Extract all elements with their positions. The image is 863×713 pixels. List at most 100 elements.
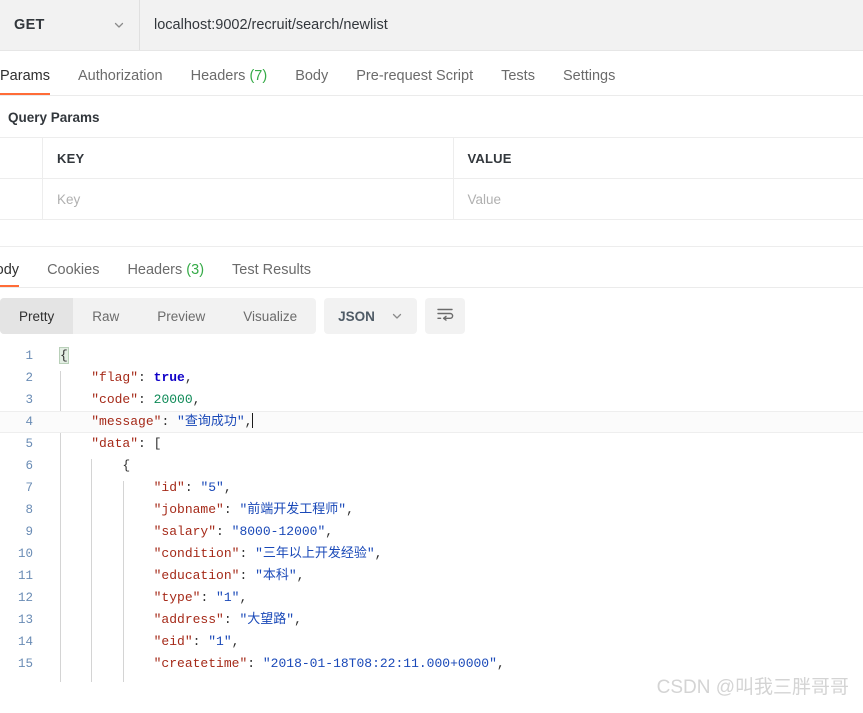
tab-cookies[interactable]: Cookies [47,262,99,287]
token-str: "8000-12000" [231,524,326,539]
tab-tests[interactable]: Tests [501,68,535,95]
code-line-text: { [44,345,863,367]
response-language-label: JSON [338,308,375,324]
token-key: "data" [91,436,139,451]
response-language-select[interactable]: JSON [324,298,417,334]
tab-settings[interactable]: Settings [563,68,615,95]
tab-authorization[interactable]: Authorization [78,68,163,95]
line-number: 7 [25,481,33,495]
code-line: 14 "eid": "1", [0,631,863,653]
tab-label: Pre-request Script [356,68,474,84]
token-key: "code" [91,392,139,407]
table-row[interactable]: Key Value [0,179,863,220]
tab-pre-request-script[interactable]: Pre-request Script [356,68,473,95]
request-url-bar: GET localhost:9002/recruit/search/newlis… [0,0,863,51]
line-number: 14 [17,635,33,649]
token-punct: : [216,524,232,539]
line-number: 13 [17,613,33,627]
code-line-text: "data": [ [44,433,863,455]
response-tabs: Body Cookies Headers (3) Test Results [0,246,863,288]
token-key: "id" [153,480,185,495]
code-line-text: "createtime": "2018-01-18T08:22:11.000+0… [44,653,863,675]
format-tab-visualize[interactable]: Visualize [224,298,316,334]
token-key: "flag" [91,370,139,385]
code-line: 1{ [0,345,863,367]
code-line-text: "message": "查询成功", [44,411,863,433]
token-punct: , [346,502,354,517]
query-params-title: Query Params [8,110,100,125]
code-line-text: "salary": "8000-12000", [44,521,863,543]
line-number: 11 [17,569,33,583]
code-line-text: "condition": "三年以上开发经验", [44,543,863,565]
line-number: 12 [17,591,33,605]
code-line-text: "address": "大望路", [44,609,863,631]
token-brace: { [122,458,131,473]
line-number: 5 [25,437,33,451]
token-key: "education" [153,568,240,583]
code-line-text: "type": "1", [44,587,863,609]
table-header-row: KEY VALUE [0,138,863,179]
token-str: "1" [216,590,240,605]
token-punct: , [294,612,302,627]
token-punct: : [223,502,240,517]
token-punct: : [138,370,154,385]
format-tab-pretty[interactable]: Pretty [0,298,74,334]
token-punct: : [138,436,154,451]
token-key: "salary" [153,524,217,539]
row-checkbox-cell[interactable] [0,179,43,219]
tab-label: Tests [501,68,535,84]
param-key-placeholder: Key [57,191,81,207]
line-number: 15 [17,657,33,671]
response-format-toolbar: Pretty Raw Preview Visualize JSON [0,288,863,344]
word-wrap-toggle-button[interactable] [424,298,465,334]
param-key-input[interactable]: Key [43,179,454,219]
word-wrap-icon [436,306,454,327]
token-str: "查询成功" [177,414,245,429]
tab-body[interactable]: Body [295,68,328,95]
tab-label: Authorization [77,68,163,84]
http-method-select[interactable]: GET [0,0,140,50]
token-punct: : [200,590,217,605]
tab-label: Params [0,68,50,84]
line-number: 1 [25,349,33,363]
code-line: 4 "message": "查询成功", [0,411,863,433]
code-line: 12 "type": "1", [0,587,863,609]
tab-label: Body [295,68,329,84]
code-line: 9 "salary": "8000-12000", [0,521,863,543]
param-value-input[interactable]: Value [454,179,863,219]
token-punct: : [247,656,263,671]
token-punct: , [374,546,383,561]
tab-headers[interactable]: Headers (7) [191,68,268,95]
param-value-placeholder: Value [467,191,502,207]
request-tabs: Params Authorization Headers (7) Body Pre-re… [0,51,863,96]
response-spacer [0,220,863,246]
token-punct: , [325,524,334,539]
response-body-code-editor[interactable]: 1{2 "flag": true, 3 "code": 20000, 4 "mess… [0,344,863,682]
code-line: 7 "id": "5", [0,477,863,499]
code-lines: 1{2 "flag": true, 3 "code": 20000, 4 "mess… [0,345,863,675]
bracket-match: { [59,347,69,364]
format-tab-raw[interactable]: Raw [73,298,138,334]
tab-body[interactable]: Body [0,262,20,287]
token-str: "本科" [255,568,297,583]
token-punct: , [296,568,305,583]
format-segmented-control: Pretty Raw Preview Visualize [0,298,317,334]
code-line-text: "id": "5", [44,477,863,499]
line-number: 4 [25,415,33,429]
tab-headers[interactable]: Headers (3) [127,262,204,287]
token-key: "jobname" [153,502,224,517]
tab-label: Cookies [47,262,100,278]
line-number: 6 [25,459,33,473]
code-line: 10 "condition": "三年以上开发经验", [0,543,863,565]
format-tab-preview[interactable]: Preview [138,298,224,334]
token-str: "5" [200,480,224,495]
token-punct: , [231,634,240,649]
tab-params[interactable]: Params [0,68,50,95]
line-number: 2 [25,371,33,385]
token-key: "condition" [153,546,240,561]
code-line-text: "flag": true, [44,367,863,389]
chevron-down-icon [391,310,403,322]
code-line-text: "jobname": "前端开发工程师", [44,499,863,521]
tab-test-results[interactable]: Test Results [232,262,311,287]
request-url-input[interactable]: localhost:9002/recruit/search/newlist [140,0,863,50]
